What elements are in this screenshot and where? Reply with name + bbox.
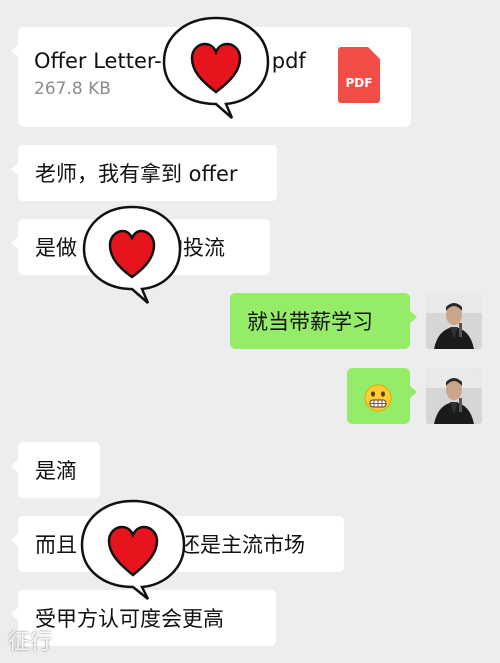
avatar[interactable] [426, 368, 482, 424]
incoming-message: 老师，我有拿到 offer [11, 145, 277, 201]
message-text: 老师，我有拿到 offer [35, 162, 238, 186]
heart-sticker-icon [160, 14, 272, 126]
heart-sticker-icon [80, 203, 184, 311]
heart-sticker-icon [78, 497, 188, 607]
pdf-file-icon: PDF [338, 47, 380, 103]
file-size: 267.8 KB [34, 79, 111, 99]
outgoing-message [347, 368, 417, 424]
incoming-message: 是滴 [11, 442, 100, 498]
message-text: 就当带薪学习 [247, 310, 373, 334]
avatar[interactable] [426, 293, 482, 349]
message-text: 是滴 [35, 459, 77, 483]
outgoing-message: 就当带薪学习 [230, 293, 417, 349]
message-text: 受甲方认可度会更高 [35, 607, 224, 631]
grimacing-face-icon [364, 384, 392, 417]
watermark: 征行 [8, 630, 53, 655]
